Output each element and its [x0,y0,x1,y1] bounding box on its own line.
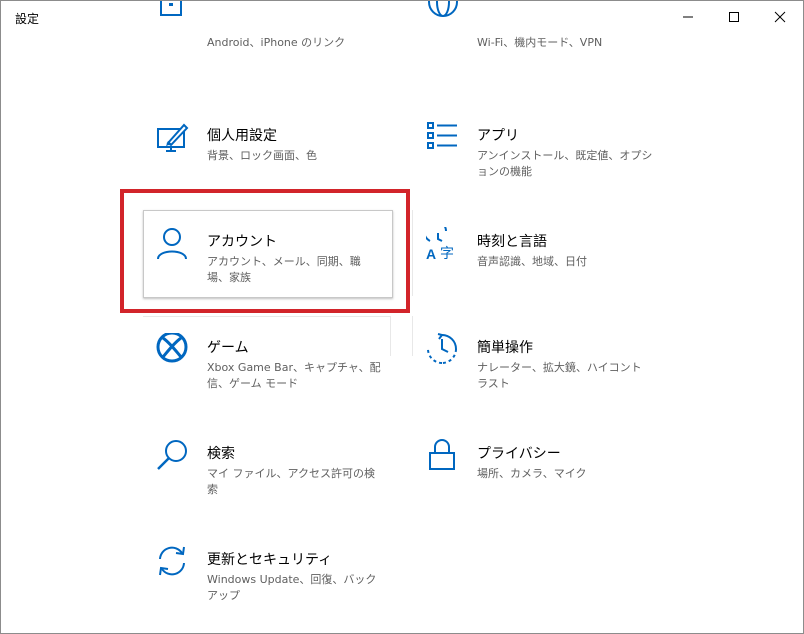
setting-personalization-desc: 背景、ロック画面、色 [207,149,317,162]
svg-text:字: 字 [440,246,454,261]
setting-network[interactable]: Wi-Fi、機内モード、VPN [426,1,676,85]
ease-of-access-icon [427,333,457,364]
lock-icon [429,439,455,470]
search-icon [157,440,187,470]
setting-accounts-desc: アカウント、メール、同期、職場、家族 [207,255,361,284]
setting-ease-of-access-desc: ナレーター、拡大鏡、ハイコントラスト [477,361,642,390]
setting-phone-desc: Android、iPhone のリンク [207,36,346,49]
setting-update-security-name: 更新とセキュリティ [207,552,333,568]
tile-divider [412,210,413,296]
close-button[interactable] [757,1,803,33]
setting-apps[interactable]: アプリ アンインストール、既定値、オプションの機能 [426,121,676,207]
setting-accounts[interactable]: アカウント アカウント、メール、同期、職場、家族 [156,227,406,313]
setting-gaming-desc: Xbox Game Bar、キャプチャ、配信、ゲーム モード [207,361,381,390]
setting-privacy-name: プライバシー [477,446,561,462]
person-icon [157,228,187,260]
apps-list-icon [427,122,457,149]
setting-time-language-desc: 音声認識、地域、日付 [477,255,587,268]
close-icon [774,11,786,23]
setting-time-language[interactable]: A 字 時刻と言語 音声認識、地域、日付 [426,227,676,313]
phone-icon [160,1,182,16]
setting-ease-of-access-name: 簡単操作 [477,340,533,356]
setting-ease-of-access[interactable]: 簡単操作 ナレーター、拡大鏡、ハイコントラスト [426,333,676,419]
sync-icon [159,546,185,576]
maximize-button[interactable] [711,1,757,33]
setting-apps-desc: アンインストール、既定値、オプションの機能 [477,149,653,178]
tile-divider [412,316,413,356]
setting-search[interactable]: 検索 マイ ファイル、アクセス許可の検索 [156,439,406,525]
window-title: 設定 [15,12,40,26]
personalization-icon [157,123,189,152]
setting-gaming[interactable]: ゲーム Xbox Game Bar、キャプチャ、配信、ゲーム モード [156,333,406,419]
globe-icon [428,1,458,17]
setting-accounts-name: アカウント [207,234,277,250]
setting-time-language-name: 時刻と言語 [477,234,547,250]
setting-phone[interactable]: Android、iPhone のリンク [156,1,406,85]
minimize-icon [683,16,693,18]
setting-privacy[interactable]: プライバシー 場所、カメラ、マイク [426,439,676,525]
settings-window: 設定 Android、iPhone のリンク Wi-Fi、機内モード、VPN 個… [0,0,804,634]
svg-text:A: A [426,246,436,261]
setting-update-security-desc: Windows Update、回復、バックアップ [207,573,377,602]
setting-search-name: 検索 [207,446,235,462]
setting-update-security[interactable]: 更新とセキュリティ Windows Update、回復、バックアップ [156,545,406,631]
setting-search-desc: マイ ファイル、アクセス許可の検索 [207,467,375,496]
setting-privacy-desc: 場所、カメラ、マイク [477,467,587,480]
maximize-icon [729,12,739,22]
setting-gaming-name: ゲーム [207,340,249,356]
xbox-icon [156,333,188,363]
setting-apps-name: アプリ [477,128,519,144]
time-language-icon: A 字 [426,227,454,261]
tile-divider [143,316,391,317]
setting-network-desc: Wi-Fi、機内モード、VPN [477,36,603,49]
setting-personalization-name: 個人用設定 [207,128,277,144]
